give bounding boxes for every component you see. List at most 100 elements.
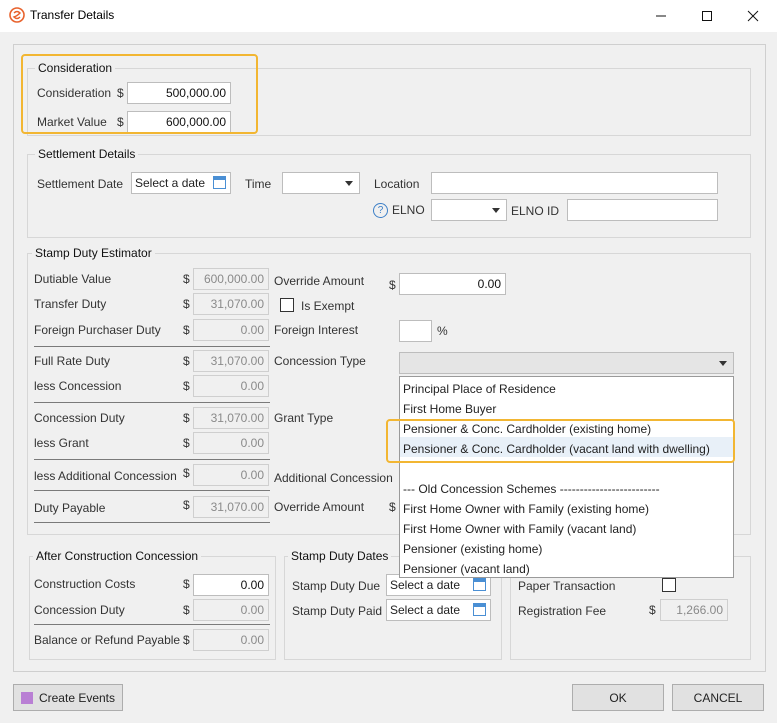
currency-symbol: $ bbox=[183, 577, 190, 591]
dropdown-option[interactable]: First Home Buyer bbox=[403, 402, 496, 416]
construction-costs-label: Construction Costs bbox=[34, 577, 136, 591]
time-label: Time bbox=[245, 177, 272, 191]
chevron-down-icon bbox=[719, 361, 727, 366]
location-input[interactable] bbox=[431, 172, 718, 194]
override-amount-input[interactable]: 0.00 bbox=[399, 273, 506, 295]
ac-concession-duty-label: Concession Duty bbox=[34, 603, 125, 617]
currency-symbol: $ bbox=[183, 379, 190, 393]
location-label: Location bbox=[374, 177, 420, 191]
highlight-box-pensioner bbox=[386, 419, 735, 463]
duty-payable-field: 31,070.00 bbox=[193, 496, 269, 518]
stamp-duty-paid-label: Stamp Duty Paid bbox=[292, 604, 383, 618]
chevron-down-icon bbox=[345, 181, 353, 186]
paid-date-placeholder: Select a date bbox=[390, 603, 461, 617]
concession-duty-field: 31,070.00 bbox=[193, 407, 269, 429]
transfer-duty-label: Transfer Duty bbox=[34, 297, 107, 311]
foreign-interest-input[interactable] bbox=[399, 320, 432, 342]
currency-symbol: $ bbox=[183, 603, 190, 617]
due-date-placeholder: Select a date bbox=[390, 578, 461, 592]
concession-duty-label: Concession Duty bbox=[34, 411, 125, 425]
currency-symbol: $ bbox=[183, 354, 190, 368]
app-logo-icon bbox=[9, 7, 25, 23]
dropdown-option[interactable]: Pensioner (existing home) bbox=[403, 542, 542, 556]
construction-costs-input[interactable]: 0.00 bbox=[193, 574, 269, 596]
currency-symbol: $ bbox=[389, 500, 396, 514]
less-grant-field: 0.00 bbox=[193, 432, 269, 454]
dutiable-value-label: Dutiable Value bbox=[34, 272, 112, 286]
minimize-icon[interactable] bbox=[644, 4, 678, 28]
chevron-down-icon bbox=[492, 208, 500, 213]
paper-transaction-checkbox[interactable] bbox=[662, 578, 676, 592]
foreign-interest-label: Foreign Interest bbox=[274, 323, 359, 337]
elno-select[interactable] bbox=[431, 199, 507, 221]
divider bbox=[34, 522, 270, 523]
calendar-icon[interactable] bbox=[473, 578, 486, 591]
grant-type-label: Grant Type bbox=[274, 411, 334, 425]
additional-concession-label: Additional Concession bbox=[274, 471, 393, 485]
transfer-duty-field: 31,070.00 bbox=[193, 293, 269, 315]
divider bbox=[34, 624, 270, 625]
estimator-title: Stamp Duty Estimator bbox=[32, 246, 155, 260]
concession-type-select[interactable] bbox=[399, 352, 734, 374]
dropdown-option[interactable]: Principal Place of Residence bbox=[403, 382, 556, 396]
help-icon[interactable]: ? bbox=[373, 203, 388, 218]
cancel-button[interactable]: CANCEL bbox=[672, 684, 764, 711]
close-icon[interactable] bbox=[736, 4, 770, 28]
less-additional-field: 0.00 bbox=[193, 464, 269, 486]
override-amount-label: Override Amount bbox=[274, 274, 365, 288]
dropdown-option[interactable]: First Home Owner with Family (existing h… bbox=[403, 502, 649, 516]
elno-id-input[interactable] bbox=[567, 199, 718, 221]
currency-symbol: $ bbox=[183, 323, 190, 337]
settlement-date-placeholder: Select a date bbox=[135, 176, 206, 190]
divider bbox=[34, 459, 270, 460]
percent-symbol: % bbox=[437, 324, 448, 338]
foreign-purchaser-label: Foreign Purchaser Duty bbox=[34, 323, 161, 337]
full-rate-duty-label: Full Rate Duty bbox=[34, 354, 111, 368]
settlement-group bbox=[27, 154, 751, 238]
concession-type-dropdown: Principal Place of Residence First Home … bbox=[399, 376, 734, 578]
dropdown-option[interactable]: Pensioner (vacant land) bbox=[403, 562, 530, 576]
less-grant-label: less Grant bbox=[34, 436, 89, 450]
stamp-dates-title: Stamp Duty Dates bbox=[288, 549, 392, 563]
currency-symbol: $ bbox=[183, 436, 190, 450]
highlight-box-consideration bbox=[21, 54, 258, 134]
currency-symbol: $ bbox=[183, 466, 190, 480]
balance-refund-label: Balance or Refund Payable bbox=[34, 633, 181, 647]
calendar-icon bbox=[20, 691, 33, 704]
divider bbox=[34, 402, 270, 403]
dropdown-option[interactable]: First Home Owner with Family (vacant lan… bbox=[403, 522, 636, 536]
time-select[interactable] bbox=[282, 172, 360, 194]
balance-refund-field: 0.00 bbox=[193, 629, 269, 651]
maximize-icon[interactable] bbox=[690, 4, 724, 28]
ac-concession-duty-field: 0.00 bbox=[193, 599, 269, 621]
paper-transaction-label: Paper Transaction bbox=[518, 579, 616, 593]
divider bbox=[34, 490, 270, 491]
elno-label: ELNO bbox=[392, 203, 425, 217]
create-events-button[interactable]: Create Events bbox=[13, 684, 123, 711]
override-amount-2-label: Override Amount bbox=[274, 500, 365, 514]
calendar-icon[interactable] bbox=[213, 176, 226, 189]
duty-payable-label: Duty Payable bbox=[34, 501, 106, 515]
ok-button[interactable]: OK bbox=[572, 684, 664, 711]
less-additional-label: less Additional Concession bbox=[34, 469, 177, 483]
is-exempt-checkbox[interactable] bbox=[280, 298, 294, 312]
create-events-label: Create Events bbox=[38, 690, 116, 705]
foreign-purchaser-field: 0.00 bbox=[193, 319, 269, 341]
registration-fee-label: Registration Fee bbox=[518, 604, 607, 618]
less-concession-field: 0.00 bbox=[193, 375, 269, 397]
stamp-duty-paid-picker[interactable]: Select a date bbox=[386, 599, 491, 621]
settlement-date-picker[interactable]: Select a date bbox=[131, 172, 231, 194]
registration-fee-field: 1,266.00 bbox=[660, 599, 728, 621]
currency-symbol: $ bbox=[389, 278, 396, 292]
stamp-duty-due-label: Stamp Duty Due bbox=[292, 579, 381, 593]
divider bbox=[34, 346, 270, 347]
full-rate-duty-field: 31,070.00 bbox=[193, 350, 269, 372]
currency-symbol: $ bbox=[183, 498, 190, 512]
elno-id-label: ELNO ID bbox=[511, 204, 560, 218]
settlement-date-label: Settlement Date bbox=[37, 177, 124, 191]
currency-symbol: $ bbox=[183, 272, 190, 286]
dropdown-option: --- Old Concession Schemes -------------… bbox=[403, 482, 660, 496]
after-construction-title: After Construction Concession bbox=[33, 549, 202, 563]
calendar-icon[interactable] bbox=[473, 603, 486, 616]
concession-type-label: Concession Type bbox=[274, 354, 366, 368]
